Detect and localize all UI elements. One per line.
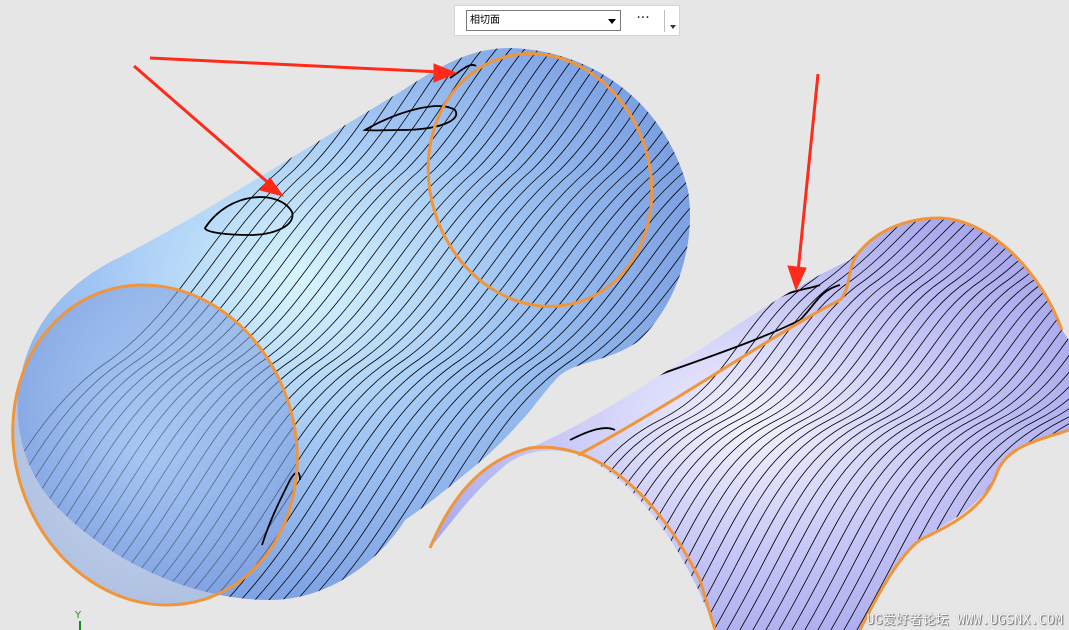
- axis-y-label: Y: [75, 610, 82, 621]
- toolbar-overflow-icon: [670, 25, 676, 29]
- dropdown-arrow-icon: [608, 19, 616, 24]
- watermark: UG爱好者论坛 WWW.UGSNX.COM: [866, 613, 1063, 628]
- toolbar-separator: [664, 10, 665, 32]
- axis-triad-icon: [79, 621, 81, 630]
- graphics-viewport[interactable]: [0, 0, 1069, 630]
- selection-filter-dropdown[interactable]: 相切面: [466, 10, 621, 31]
- selection-toolbar: 相切面 ···: [454, 5, 680, 36]
- selection-filter-value: 相切面: [470, 15, 500, 26]
- more-options-icon[interactable]: ···: [629, 10, 657, 31]
- toolbar-overflow-button[interactable]: [666, 10, 680, 32]
